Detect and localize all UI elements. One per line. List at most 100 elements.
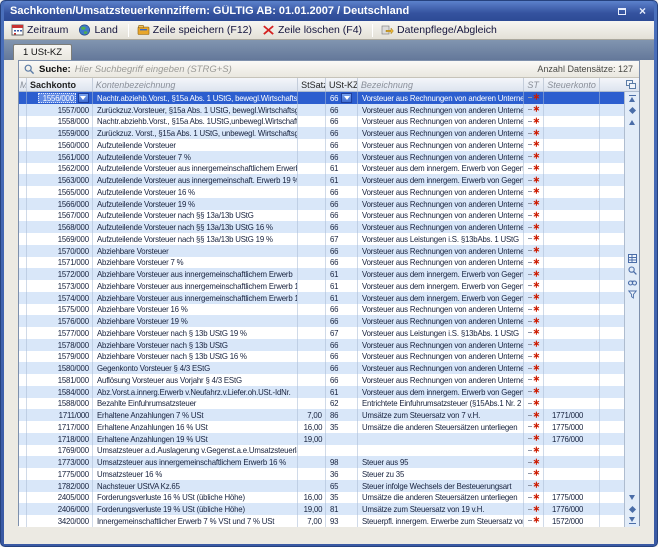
- ustkz-cell[interactable]: 66: [326, 198, 358, 210]
- kontenbezeichnung-cell[interactable]: Abz.Vorst.a.innerg.Erwerb v.Neufahrz.v.L…: [93, 386, 298, 398]
- ustkz-cell[interactable]: 35: [326, 492, 358, 504]
- bezeichnung-cell[interactable]: Vorsteuer aus Rechnungen von anderen Unt…: [358, 339, 524, 351]
- bezeichnung-cell[interactable]: [358, 445, 524, 457]
- sachkonto-cell[interactable]: 1561/000: [27, 151, 93, 163]
- ustkz-cell[interactable]: 67: [326, 327, 358, 339]
- header-stsatz[interactable]: StSatz: [298, 78, 326, 91]
- kontenbezeichnung-cell[interactable]: Abziehbare Vorsteuer: [93, 245, 298, 257]
- kontenbezeichnung-cell[interactable]: Umsatzsteuer a.d.Auslagerung v.Gegenst.a…: [93, 445, 298, 457]
- sachkonto-cell[interactable]: 1711/000: [27, 409, 93, 421]
- bezeichnung-cell[interactable]: Vorsteuer aus Rechnungen von anderen Unt…: [358, 210, 524, 222]
- table-row[interactable]: 1558/000 Nachtr.abziehb.Vorst., §15a Abs…: [19, 116, 624, 128]
- ustkz-cell[interactable]: 61: [326, 174, 358, 186]
- ustkz-cell[interactable]: 86: [326, 409, 358, 421]
- header-sachkonto[interactable]: Sachkonto: [27, 78, 93, 91]
- table-row[interactable]: 1557/000 Zurückzuz.Vorsteuer, §15a Abs. …: [19, 104, 624, 116]
- table-row[interactable]: 1563/000 Aufzuteilende Vorsteuer aus inn…: [19, 174, 624, 186]
- kontenbezeichnung-cell[interactable]: Nachsteuer UStVA Kz.65: [93, 480, 298, 492]
- steuerkonto-cell[interactable]: [544, 151, 600, 163]
- table-row[interactable]: 2406/000 Forderungsverluste 19 % USt (üb…: [19, 503, 624, 515]
- table-row[interactable]: 1569/000 Aufzuteilende Vorsteuer nach §§…: [19, 233, 624, 245]
- zeile-speichern-button[interactable]: Zeile speichern (F12): [134, 23, 257, 37]
- table-row[interactable]: 1578/000 Abziehbare Vorsteuer nach § 13b…: [19, 339, 624, 351]
- kontenbezeichnung-cell[interactable]: Zurückzuz. Vorst., §15a Abs. 1 UStG, unb…: [93, 127, 298, 139]
- sachkonto-cell[interactable]: 3420/000: [27, 515, 93, 527]
- steuerkonto-cell[interactable]: 1775/000: [544, 492, 600, 504]
- table-row[interactable]: 3420/000 Innergemeinschaftlicher Erwerb …: [19, 515, 624, 527]
- ustkz-cell[interactable]: 66: [326, 339, 358, 351]
- table-row[interactable]: 1717/000 Erhaltene Anzahlungen 16 % USt …: [19, 421, 624, 433]
- bezeichnung-cell[interactable]: Vorsteuer aus Rechnungen von anderen Unt…: [358, 116, 524, 128]
- stsatz-cell[interactable]: [298, 221, 326, 233]
- steuerkonto-cell[interactable]: [544, 280, 600, 292]
- bezeichnung-cell[interactable]: Vorsteuer aus Rechnungen von anderen Unt…: [358, 351, 524, 363]
- table-row[interactable]: 1581/000 Auflösung Vorsteuer aus Vorjahr…: [19, 374, 624, 386]
- sachkonto-cell[interactable]: 1557/000: [27, 104, 93, 116]
- bezeichnung-cell[interactable]: Vorsteuer aus Rechnungen von anderen Unt…: [358, 139, 524, 151]
- zeitraum-button[interactable]: Zeitraum: [8, 23, 73, 37]
- datenpflege-button[interactable]: Datenpflege/Abgleich: [378, 23, 502, 37]
- sachkonto-cell[interactable]: 1578/000: [27, 339, 93, 351]
- bezeichnung-cell[interactable]: Umsätze die anderen Steuersätzen unterli…: [358, 421, 524, 433]
- table-row[interactable]: 1769/000 Umsatzsteuer a.d.Auslagerung v.…: [19, 445, 624, 457]
- stsatz-cell[interactable]: [298, 257, 326, 269]
- stsatz-cell[interactable]: [298, 139, 326, 151]
- header-ustkz[interactable]: USt-KZ: [326, 78, 358, 91]
- kontenbezeichnung-cell[interactable]: Erhaltene Anzahlungen 16 % USt: [93, 421, 298, 433]
- sachkonto-cell[interactable]: 1718/000: [27, 433, 93, 445]
- steuerkonto-cell[interactable]: [544, 315, 600, 327]
- ustkz-cell[interactable]: 61: [326, 163, 358, 175]
- sachkonto-cell[interactable]: 1588/000: [27, 398, 93, 410]
- steuerkonto-cell[interactable]: [544, 198, 600, 210]
- restore-window-button[interactable]: [614, 5, 629, 18]
- zoom-icon[interactable]: [628, 266, 637, 275]
- kontenbezeichnung-cell[interactable]: Umsatzsteuer aus innergemeinschaftlichem…: [93, 456, 298, 468]
- table-row[interactable]: 1718/000 Erhaltene Anzahlungen 19 % USt …: [19, 433, 624, 445]
- bezeichnung-cell[interactable]: Vorsteuer aus Leistungen i.S. §13bAbs. 1…: [358, 327, 524, 339]
- header-kontenbezeichnung[interactable]: Kontenbezeichnung: [93, 78, 298, 91]
- sachkonto-cell[interactable]: 1769/000: [27, 445, 93, 457]
- table-row[interactable]: 1572/000 Abziehbare Vorsteuer aus innerg…: [19, 268, 624, 280]
- kontenbezeichnung-cell[interactable]: Forderungsverluste 19 % USt (übliche Höh…: [93, 503, 298, 515]
- ustkz-cell[interactable]: 61: [326, 386, 358, 398]
- zeile-loeschen-button[interactable]: Zeile löschen (F4): [259, 23, 367, 37]
- kontenbezeichnung-cell[interactable]: Abziehbare Vorsteuer nach § 13b UStG 19 …: [93, 327, 298, 339]
- table-row[interactable]: 1580/000 Gegenkonto Vorsteuer § 4/3 EStG…: [19, 362, 624, 374]
- steuerkonto-cell[interactable]: 1572/000: [544, 515, 600, 527]
- bezeichnung-cell[interactable]: Vorsteuer aus Rechnungen von anderen Unt…: [358, 186, 524, 198]
- sachkonto-cell[interactable]: 1584/000: [27, 386, 93, 398]
- ustkz-cell[interactable]: 66: [326, 139, 358, 151]
- kontenbezeichnung-cell[interactable]: Aufzuteilende Vorsteuer nach §§ 13a/13b …: [93, 233, 298, 245]
- stsatz-cell[interactable]: [298, 92, 326, 104]
- steuerkonto-cell[interactable]: [544, 351, 600, 363]
- stsatz-cell[interactable]: [298, 127, 326, 139]
- table-row[interactable]: 1566/000 Aufzuteilende Vorsteuer 19 % 66…: [19, 198, 624, 210]
- stsatz-cell[interactable]: [298, 468, 326, 480]
- ustkz-cell[interactable]: 66: [326, 362, 358, 374]
- kontenbezeichnung-cell[interactable]: Abziehbare Vorsteuer nach § 13b UStG 16 …: [93, 351, 298, 363]
- table-row[interactable]: 1571/000 Abziehbare Vorsteuer 7 % 66 Vor…: [19, 257, 624, 269]
- bezeichnung-cell[interactable]: Vorsteuer aus dem innergem. Erwerb von G…: [358, 386, 524, 398]
- ustkz-cell[interactable]: 66: [326, 304, 358, 316]
- ustkz-cell[interactable]: 81: [326, 503, 358, 515]
- table-row[interactable]: 1574/000 Abziehbare Vorsteuer aus innerg…: [19, 292, 624, 304]
- ustkz-cell[interactable]: 98: [326, 456, 358, 468]
- steuerkonto-cell[interactable]: [544, 362, 600, 374]
- steuerkonto-cell[interactable]: [544, 139, 600, 151]
- ustkz-cell[interactable]: 61: [326, 268, 358, 280]
- kontenbezeichnung-cell[interactable]: Erhaltene Anzahlungen 7 % USt: [93, 409, 298, 421]
- table-row[interactable]: 1588/000 Bezahlte Einfuhrumsatzsteuer 62…: [19, 398, 624, 410]
- steuerkonto-cell[interactable]: [544, 456, 600, 468]
- bezeichnung-cell[interactable]: Entrichtete Einfuhrumsatzsteuer (§15Abs.…: [358, 398, 524, 410]
- stsatz-cell[interactable]: [298, 374, 326, 386]
- steuerkonto-cell[interactable]: 1771/000: [544, 409, 600, 421]
- steuerkonto-cell[interactable]: [544, 186, 600, 198]
- bezeichnung-cell[interactable]: Vorsteuer aus dem innergem. Erwerb von G…: [358, 163, 524, 175]
- stsatz-cell[interactable]: 16,00: [298, 492, 326, 504]
- kontenbezeichnung-cell[interactable]: Zurückzuz.Vorsteuer, §15a Abs. 1 UStG, b…: [93, 104, 298, 116]
- sachkonto-cell[interactable]: 1562/000: [27, 163, 93, 175]
- kontenbezeichnung-cell[interactable]: Nachtr.abziehb.Vorst., §15a Abs. 1 UStG,…: [93, 92, 298, 104]
- table-row[interactable]: 1567/000 Aufzuteilende Vorsteuer nach §§…: [19, 210, 624, 222]
- sachkonto-dropdown-button[interactable]: [78, 93, 89, 103]
- sachkonto-cell[interactable]: 1566/000: [27, 198, 93, 210]
